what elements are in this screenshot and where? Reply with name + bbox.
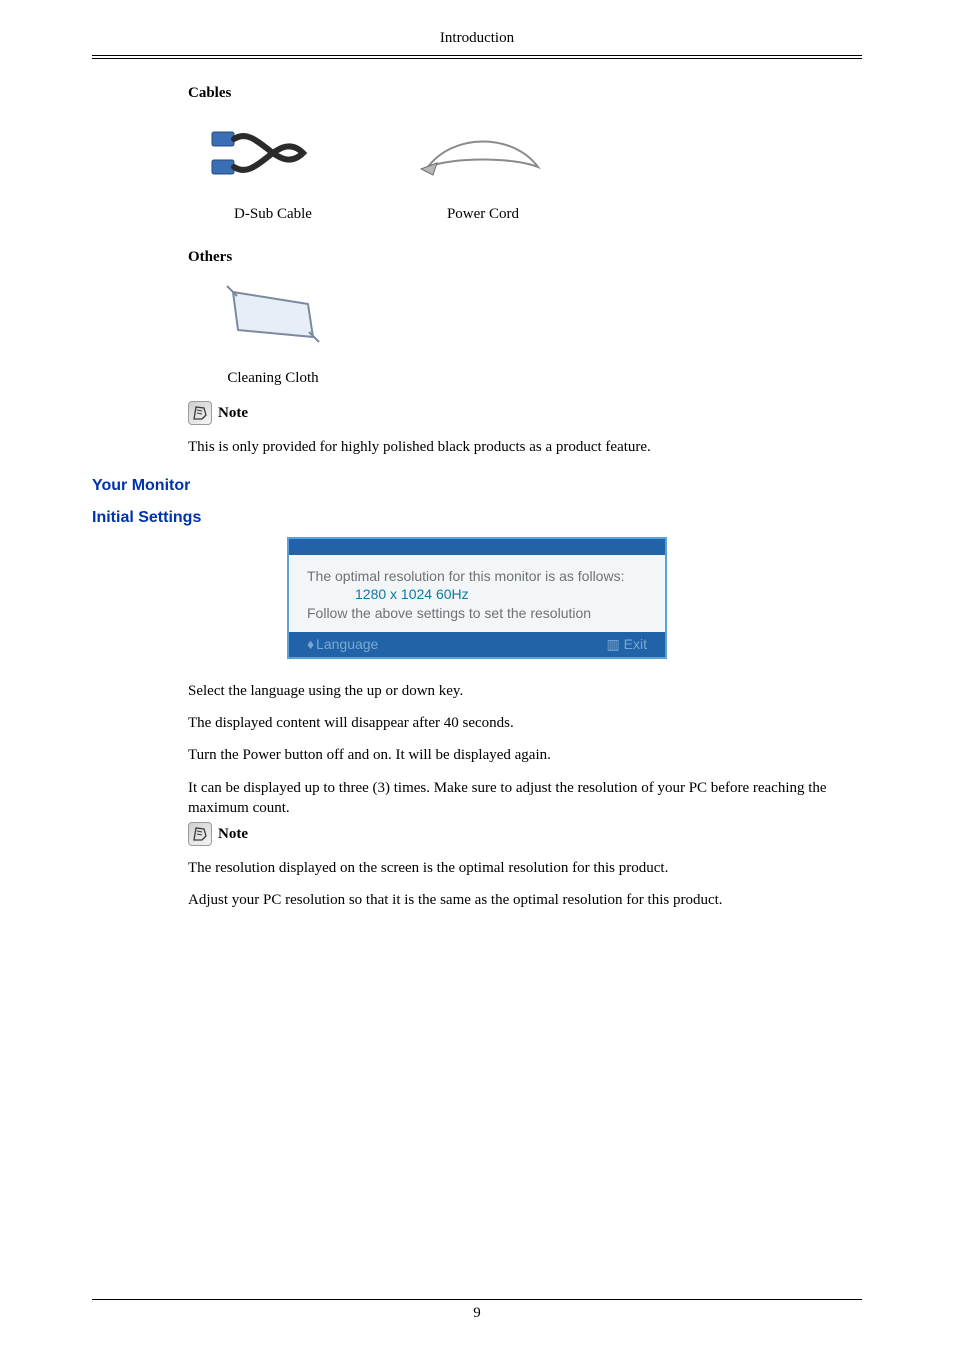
exit-icon: ▥ [607,636,620,652]
page-number: 9 [92,1305,862,1322]
note-label-2: Note [218,826,248,843]
note2-p2: Adjust your PC resolution so that it is … [188,890,862,910]
note-block-1: Note [188,401,862,425]
note-icon [188,401,212,425]
note-icon [188,822,212,846]
osd-footer: ♦ Language ▥ Exit [289,632,665,657]
body-p4: It can be displayed up to three (3) time… [188,778,862,819]
cable-item-dsub: D-Sub Cable [188,110,358,223]
osd-body: The optimal resolution for this monitor … [289,555,665,632]
osd-exit: ▥ Exit [607,636,647,653]
updown-icon: ♦ [307,636,312,652]
cables-row: D-Sub Cable Power Cord [188,110,862,223]
note-label-1: Note [218,405,248,422]
cables-heading: Cables [188,85,862,102]
body-p3: Turn the Power button off and on. It wil… [188,745,862,765]
footer-rule [92,1299,862,1300]
page-header-title: Introduction [92,30,862,53]
initial-settings-heading: Initial Settings [92,509,862,527]
header-rule [92,55,862,59]
others-heading: Others [188,249,862,266]
cable-item-power: Power Cord [398,110,568,223]
others-row: Cleaning Cloth [188,274,862,387]
cleaning-cloth-image [188,274,358,360]
osd-line2: Follow the above settings to set the res… [307,604,647,622]
cleaning-cloth-caption: Cleaning Cloth [188,370,358,387]
osd-titlebar [289,539,665,555]
osd-dialog: The optimal resolution for this monitor … [287,537,667,659]
osd-line1: The optimal resolution for this monitor … [307,567,647,585]
body-p1: Select the language using the up or down… [188,681,862,701]
your-monitor-heading: Your Monitor [92,477,862,495]
page-footer: 9 [92,1299,862,1322]
osd-language: ♦ Language [307,636,378,653]
osd-resolution: 1280 x 1024 60Hz [355,585,647,603]
body-p2: The displayed content will disappear aft… [188,713,862,733]
dsub-cable-image [188,110,358,196]
note-block-2: Note [188,822,862,846]
power-cord-image [398,110,568,196]
cleaning-cloth-item: Cleaning Cloth [188,274,358,387]
note1-text: This is only provided for highly polishe… [188,437,862,457]
dsub-cable-caption: D-Sub Cable [188,206,358,223]
note2-p1: The resolution displayed on the screen i… [188,858,862,878]
power-cord-caption: Power Cord [398,206,568,223]
